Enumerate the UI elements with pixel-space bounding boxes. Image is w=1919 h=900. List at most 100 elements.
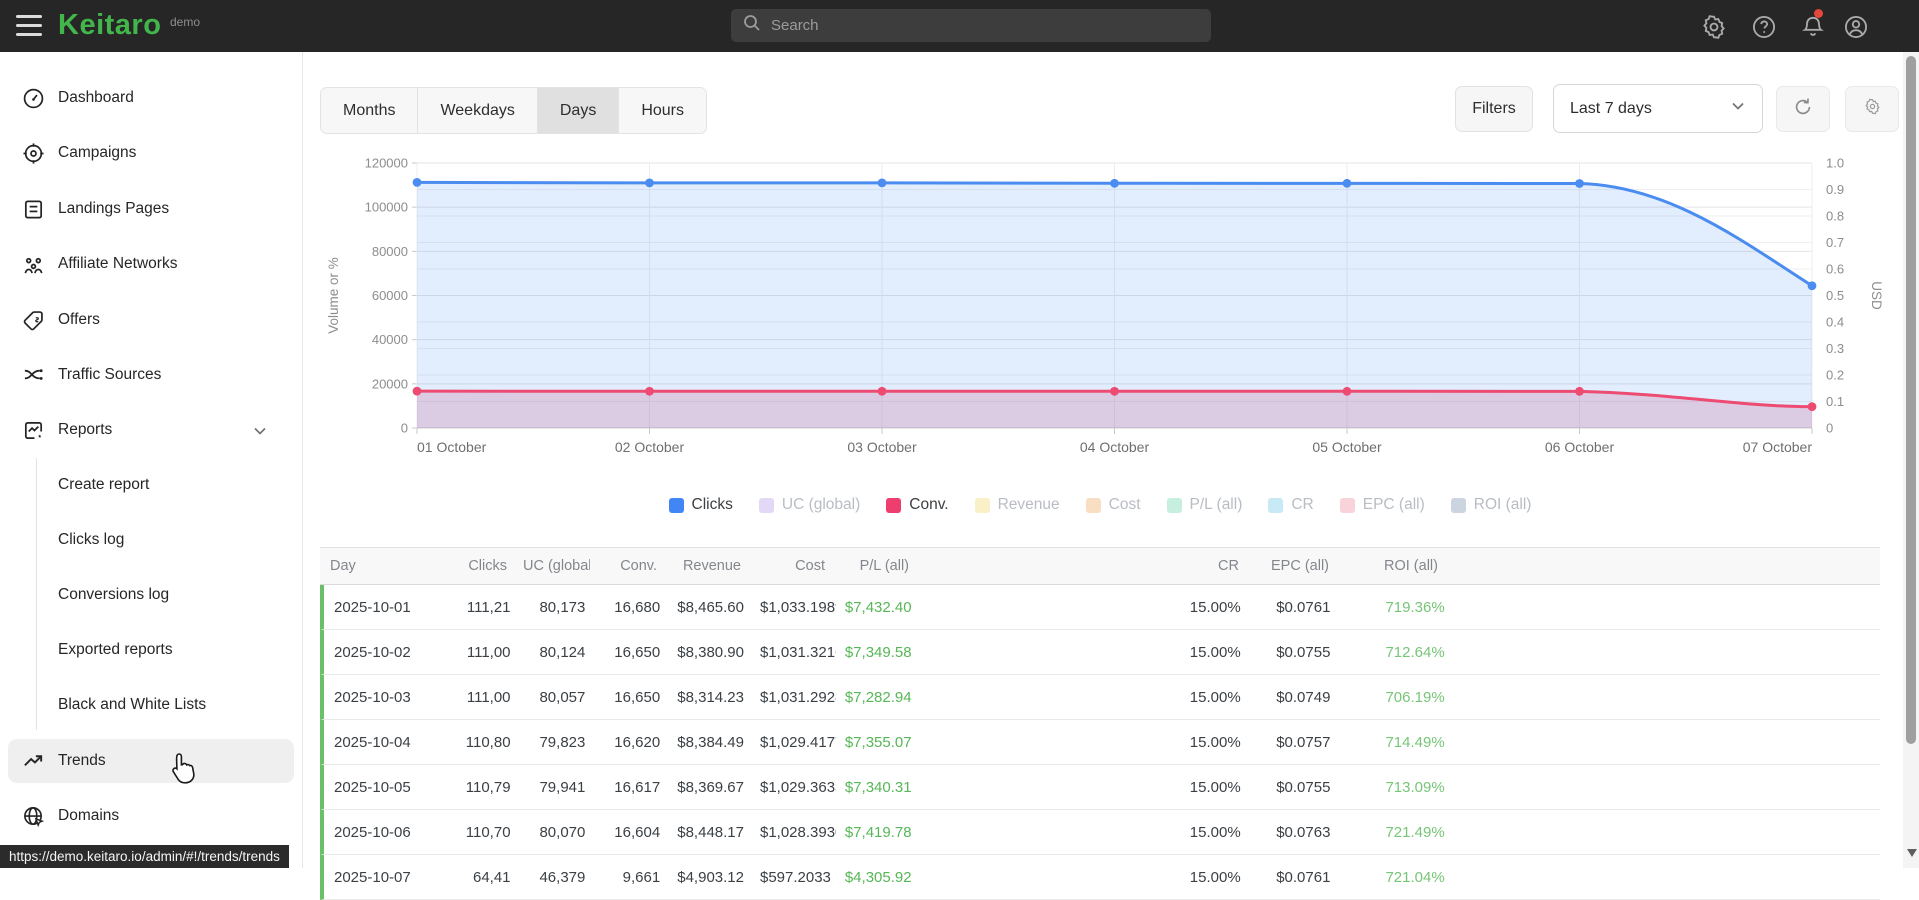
left-axis-tick: 60000: [372, 288, 408, 303]
sidebar-item-label: Domains: [58, 807, 120, 824]
cell-day: 2025-10-04: [334, 733, 411, 751]
table-row[interactable]: 2025-10-01 111,21 80,173 16,680 $8,465.60 $1,…: [320, 585, 1880, 630]
cell-cost: $1,029.4177: [759, 733, 836, 751]
filters-button[interactable]: Filters: [1455, 86, 1533, 132]
point-clicks-5[interactable]: [1575, 179, 1584, 188]
sidebar-item-affiliate-networks[interactable]: Affiliate Networks: [0, 242, 302, 286]
notifications-icon[interactable]: [1800, 14, 1826, 40]
sidebar-item-create-report[interactable]: Create report: [0, 463, 302, 507]
legend-swatch: [1339, 497, 1355, 513]
refresh-button[interactable]: [1776, 86, 1830, 132]
column-header-roi-all-[interactable]: ROI (all): [1337, 558, 1880, 574]
legend-item-cost[interactable]: Cost: [1085, 496, 1141, 514]
search-input[interactable]: Search: [731, 9, 1211, 42]
cell-cost: $1,033.1989: [759, 598, 836, 616]
sidebar-item-offers[interactable]: Offers: [0, 298, 302, 342]
point-clicks-2[interactable]: [877, 178, 887, 188]
legend-item-uc-global-[interactable]: UC (global): [758, 496, 860, 514]
sidebar-item-trends[interactable]: Trends: [8, 739, 294, 783]
legend-item-conv-[interactable]: Conv.: [886, 496, 949, 514]
trends-chart[interactable]: 0 0.1 0.2 0.3 0.4 0.5 0.6 0.7 0.8 0.9 1.0 0 20000 400…: [320, 150, 1884, 475]
sidebar-item-exported-reports[interactable]: Exported reports: [0, 628, 302, 672]
table-row[interactable]: 2025-10-05 110,79 79,941 16,617 $8,369.67 $1,…: [320, 765, 1880, 810]
settings-icon[interactable]: [1701, 14, 1727, 40]
legend-item-revenue[interactable]: Revenue: [974, 496, 1060, 514]
legend-item-p-l-all-[interactable]: P/L (all): [1166, 496, 1242, 514]
point-clicks-4[interactable]: [1342, 178, 1352, 188]
cell-day: 2025-10-03: [334, 688, 411, 706]
column-header-epc-all-[interactable]: EPC (all): [1247, 558, 1337, 574]
cell-clicks: 111,00: [466, 643, 511, 661]
trends-icon: [22, 750, 45, 773]
chevron-down-icon[interactable]: [252, 423, 268, 439]
column-header-uc-global-[interactable]: UC (global): [515, 558, 590, 574]
table-row[interactable]: 2025-10-04 110,80 79,823 16,620 $8,384.49 $1,…: [320, 720, 1880, 765]
account-icon[interactable]: [1843, 14, 1869, 40]
menu-toggle-icon[interactable]: [16, 15, 42, 36]
column-header-revenue[interactable]: Revenue: [665, 558, 749, 574]
cell-revenue: $8,380.90: [677, 643, 744, 661]
sidebar-item-traffic-sources[interactable]: Traffic Sources: [0, 353, 302, 397]
column-header-day[interactable]: Day: [320, 558, 440, 574]
sidebar-item-label: Campaigns: [58, 144, 137, 161]
point-clicks-3[interactable]: [1110, 178, 1119, 188]
point-conv-1[interactable]: [645, 386, 654, 396]
point-conv-5[interactable]: [1575, 386, 1584, 396]
sidebar-item-campaigns[interactable]: Campaigns: [0, 131, 302, 175]
point-conv-0[interactable]: [412, 386, 422, 396]
sidebar-item-dashboard[interactable]: Dashboard: [0, 76, 302, 120]
legend-swatch: [668, 497, 684, 513]
help-icon[interactable]: [1751, 14, 1777, 40]
point-conv-2[interactable]: [877, 386, 887, 396]
campaigns-icon: [22, 142, 45, 165]
sidebar-item-domains[interactable]: Domains: [0, 794, 302, 838]
point-conv-3[interactable]: [1110, 386, 1119, 396]
legend-item-roi-all-[interactable]: ROI (all): [1450, 496, 1531, 514]
search-icon: [743, 14, 761, 37]
x-axis-label: 03 October: [847, 439, 917, 455]
cell-p-l-all-: $7,349.58: [844, 643, 912, 661]
chart-settings-button[interactable]: [1845, 86, 1899, 132]
point-clicks-6[interactable]: [1807, 281, 1817, 291]
legend-item-epc-all-[interactable]: EPC (all): [1339, 496, 1425, 514]
scrollbar-down-arrow[interactable]: [1907, 849, 1917, 857]
right-axis-tick: 0.3: [1826, 341, 1844, 356]
sidebar-item-conversions-log[interactable]: Conversions log: [0, 573, 302, 617]
sidebar-item-clicks-log[interactable]: Clicks log: [0, 518, 302, 562]
tab-months[interactable]: Months: [321, 88, 419, 133]
sidebar-item-black-and-white-lists[interactable]: Black and White Lists: [0, 683, 302, 727]
table-row[interactable]: 2025-10-07 64,41 46,379 9,661 $4,903.12 $597.…: [320, 855, 1880, 900]
legend-swatch: [974, 497, 990, 513]
cell-revenue: $4,903.12: [677, 868, 744, 886]
point-clicks-0[interactable]: [412, 177, 422, 187]
sidebar-item-landings-pages[interactable]: Landings Pages: [0, 187, 302, 231]
column-header-cr[interactable]: CR: [917, 558, 1247, 574]
tab-weekdays[interactable]: Weekdays: [418, 88, 538, 133]
right-axis-tick: 0.7: [1826, 235, 1844, 250]
column-header-cost[interactable]: Cost: [749, 558, 833, 574]
sidebar-item-label: Offers: [58, 311, 100, 328]
right-axis-title: USD: [1869, 281, 1884, 310]
point-conv-6[interactable]: [1807, 402, 1817, 412]
column-header-conv-[interactable]: Conv.: [590, 558, 665, 574]
sidebar-item-label: Landings Pages: [58, 200, 170, 217]
point-clicks-1[interactable]: [645, 178, 654, 188]
cell-uc-global-: 79,941: [539, 778, 586, 796]
top-bar: Keitaro demo Search: [0, 0, 1919, 52]
point-conv-4[interactable]: [1342, 386, 1352, 396]
sidebar-item-label: Affiliate Networks: [58, 255, 178, 272]
trends-table: Day Clicks UC (global) Conv. Revenue Cost P/L …: [320, 547, 1880, 900]
date-range-select[interactable]: Last 7 days: [1553, 84, 1763, 133]
left-axis-title: Volume or %: [326, 257, 341, 334]
legend-item-cr[interactable]: CR: [1268, 496, 1314, 514]
table-row[interactable]: 2025-10-02 111,00 80,124 16,650 $8,380.90 $1,…: [320, 630, 1880, 675]
legend-item-clicks[interactable]: Clicks: [668, 496, 733, 514]
table-row[interactable]: 2025-10-03 111,00 80,057 16,650 $8,314.23 $1,…: [320, 675, 1880, 720]
table-row[interactable]: 2025-10-06 110,70 80,070 16,604 $8,448.17 $1,…: [320, 810, 1880, 855]
tab-days[interactable]: Days: [537, 88, 620, 133]
scrollbar-thumb[interactable]: [1906, 56, 1916, 744]
cell-conv-: 16,650: [614, 688, 661, 706]
tab-hours[interactable]: Hours: [619, 88, 707, 133]
column-header-clicks[interactable]: Clicks: [440, 558, 515, 574]
column-header-p-l-all-[interactable]: P/L (all): [833, 558, 917, 574]
